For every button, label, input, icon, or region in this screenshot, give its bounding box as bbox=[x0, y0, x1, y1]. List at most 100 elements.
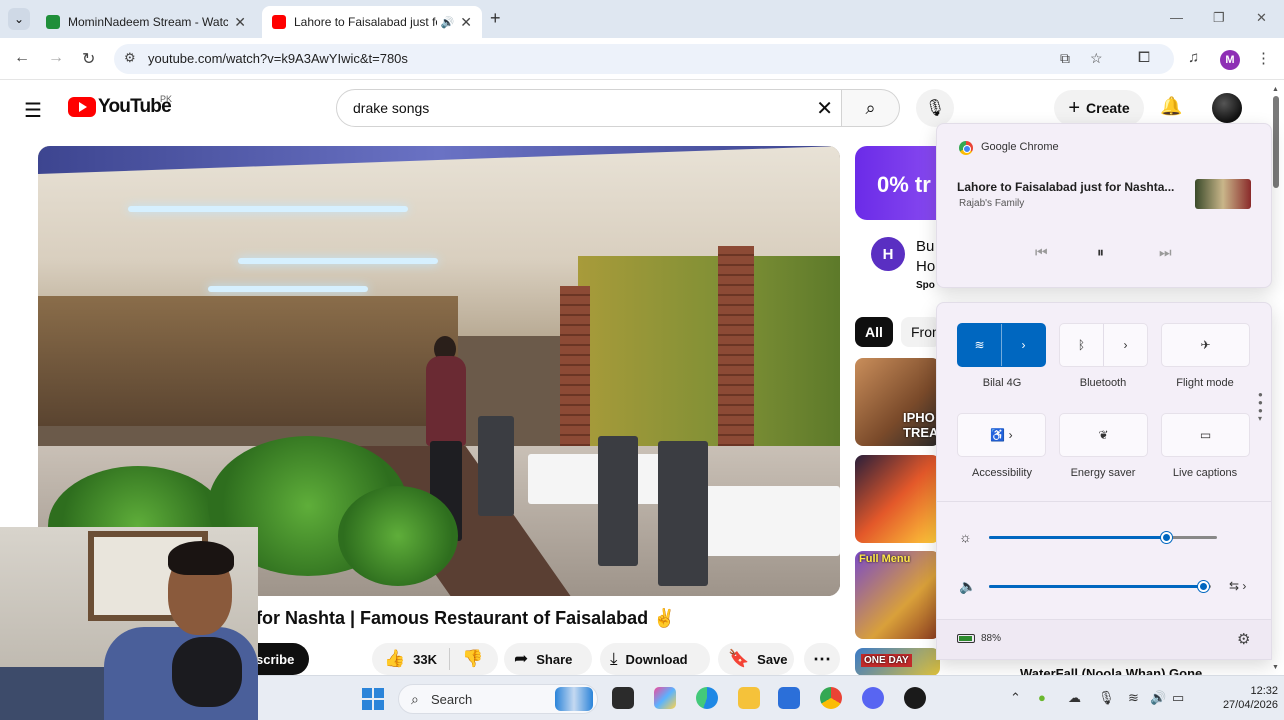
subscribe-button[interactable]: scribe bbox=[250, 643, 309, 675]
ad-title[interactable]: Bu Ho bbox=[916, 237, 935, 277]
wifi-tile[interactable]: ≋ › bbox=[957, 323, 1046, 367]
youtube-logo[interactable]: YouTube bbox=[68, 96, 172, 118]
media-control-icon[interactable]: ♫ bbox=[1188, 49, 1199, 66]
search-query[interactable]: drake songs bbox=[353, 100, 429, 116]
tile-label: Accessibility bbox=[972, 467, 1032, 479]
clock[interactable]: 12:32 27/04/2026 bbox=[1208, 684, 1278, 712]
tiles-page-indicator[interactable]: ● ● ● ▾ bbox=[1258, 391, 1263, 423]
start-button[interactable] bbox=[362, 688, 384, 710]
download-button[interactable]: ⤓ Download bbox=[600, 643, 710, 675]
audio-playing-icon[interactable]: 🔊 bbox=[441, 16, 455, 29]
discord-app-icon[interactable] bbox=[862, 687, 884, 709]
chevron-right-icon[interactable]: › bbox=[1104, 324, 1147, 366]
previous-track-icon[interactable]: ⏮ bbox=[1035, 244, 1048, 261]
share-button[interactable]: ➦ Share bbox=[504, 643, 592, 675]
flight-mode-tile[interactable]: ✈ bbox=[1161, 323, 1250, 367]
volume-knob[interactable] bbox=[1198, 581, 1210, 592]
extensions-icon[interactable]: ⧠ bbox=[1138, 49, 1150, 66]
copilot-app-icon[interactable] bbox=[654, 687, 676, 709]
store-app-icon[interactable] bbox=[778, 687, 800, 709]
taskbar-search[interactable]: ⌕ Search bbox=[398, 684, 598, 714]
volume-slider[interactable] bbox=[989, 581, 1211, 592]
url-text[interactable]: youtube.com/watch?v=k9A3AwYIwic&t=780s bbox=[148, 51, 408, 66]
divider bbox=[937, 501, 1271, 502]
page-scrollbar[interactable]: ▲ ▼ bbox=[1272, 86, 1280, 674]
chevron-right-icon[interactable]: › bbox=[1002, 324, 1045, 366]
energy-saver-tile[interactable]: ❦ bbox=[1059, 413, 1148, 457]
like-icon[interactable]: 👍 bbox=[384, 649, 405, 669]
settings-gear-icon[interactable]: ⚙ bbox=[1237, 630, 1250, 648]
live-captions-tile[interactable]: ▭ bbox=[1161, 413, 1250, 457]
ad-title-line: Bu bbox=[916, 238, 935, 255]
hamburger-menu-icon[interactable]: ☰ bbox=[24, 98, 42, 123]
bookmark-star-icon[interactable]: ☆ bbox=[1090, 50, 1103, 67]
chip-all[interactable]: All bbox=[855, 317, 893, 347]
minimize-button[interactable]: — bbox=[1170, 10, 1183, 25]
chip-from[interactable]: From bbox=[901, 317, 941, 347]
file-explorer-icon[interactable] bbox=[738, 687, 760, 709]
recommendation-thumbnail[interactable]: IPHO TREA bbox=[855, 358, 940, 446]
search-button[interactable]: ⌕ bbox=[842, 89, 900, 127]
recommendation-thumbnail[interactable]: Full Menu bbox=[855, 551, 940, 639]
clear-search-icon[interactable]: ✕ bbox=[816, 96, 833, 121]
more-actions-button[interactable]: ⋯ bbox=[804, 643, 840, 675]
like-count[interactable]: 33K bbox=[413, 652, 437, 667]
brightness-knob[interactable] bbox=[1160, 532, 1172, 543]
accessibility-tile[interactable]: ♿ › bbox=[957, 413, 1046, 457]
account-avatar[interactable] bbox=[1212, 93, 1242, 123]
advertiser-logo[interactable]: H bbox=[871, 237, 905, 271]
tray-wifi-icon[interactable]: ≋ bbox=[1128, 690, 1139, 706]
scroll-up-icon[interactable]: ▲ bbox=[1272, 86, 1279, 93]
video-scene-chair bbox=[658, 441, 708, 586]
audio-output-icon[interactable]: ⇆ › bbox=[1229, 579, 1246, 593]
close-tab-icon[interactable]: ✕ bbox=[234, 14, 246, 31]
share-icon: ➦ bbox=[514, 649, 529, 668]
tray-app-icon[interactable]: ● bbox=[1038, 690, 1046, 705]
forward-button[interactable]: → bbox=[48, 49, 64, 67]
search-input[interactable]: drake songs ✕ bbox=[336, 89, 842, 127]
recommendation-thumbnail[interactable] bbox=[855, 455, 940, 543]
recommendation-thumbnail[interactable]: ONE DAY bbox=[855, 648, 940, 676]
notifications-bell-icon[interactable]: 🔔 bbox=[1160, 96, 1182, 117]
bluetooth-icon[interactable]: ᛒ bbox=[1060, 324, 1103, 366]
tray-mic-icon[interactable]: 🎙 bbox=[1098, 690, 1115, 706]
restore-button[interactable]: ❐ bbox=[1213, 10, 1225, 26]
back-button[interactable]: ← bbox=[14, 49, 30, 67]
tray-network-icon[interactable]: ☁ bbox=[1068, 690, 1081, 706]
pause-icon[interactable]: ⏸ bbox=[1097, 244, 1104, 261]
tray-volume-icon[interactable]: 🔊 bbox=[1150, 690, 1166, 706]
brightness-fill bbox=[989, 536, 1167, 539]
tab-search-button[interactable]: ⌄ bbox=[8, 8, 30, 30]
create-button[interactable]: + Create bbox=[1054, 90, 1144, 126]
voice-search-button[interactable]: 🎙 bbox=[916, 89, 954, 127]
tab-momin-stream[interactable]: MominNadeem Stream - Watch ✕ bbox=[36, 6, 256, 38]
close-window-button[interactable]: ✕ bbox=[1256, 10, 1267, 26]
tab-youtube-video[interactable]: Lahore to Faisalabad just fo 🔊 ✕ bbox=[262, 6, 482, 38]
reload-button[interactable]: ↻ bbox=[82, 49, 95, 69]
new-tab-button[interactable]: + bbox=[490, 8, 501, 29]
close-tab-icon[interactable]: ✕ bbox=[460, 14, 472, 31]
chrome-app-icon[interactable] bbox=[820, 687, 842, 709]
ad-banner[interactable]: 0% tr bbox=[855, 146, 945, 220]
country-code: PK bbox=[160, 94, 173, 104]
scroll-down-icon[interactable]: ▼ bbox=[1272, 664, 1279, 671]
obs-app-icon[interactable] bbox=[904, 687, 926, 709]
scrollbar-thumb[interactable] bbox=[1273, 96, 1279, 188]
tray-battery-icon[interactable]: ▭ bbox=[1172, 690, 1184, 706]
bluetooth-tile[interactable]: ᛒ › bbox=[1059, 323, 1148, 367]
edge-app-icon[interactable] bbox=[696, 687, 718, 709]
dislike-icon[interactable]: 👎 bbox=[462, 649, 483, 669]
battery-status[interactable]: 88% bbox=[957, 633, 1001, 644]
brightness-slider[interactable] bbox=[989, 532, 1217, 543]
terminal-app-icon[interactable] bbox=[612, 687, 634, 709]
install-app-icon[interactable]: ⧉ bbox=[1060, 50, 1070, 67]
save-button[interactable]: 🔖 Save bbox=[718, 643, 794, 675]
address-bar[interactable]: ⚙ youtube.com/watch?v=k9A3AwYIwic&t=780s… bbox=[114, 44, 1174, 74]
media-title: Lahore to Faisalabad just for Nashta... bbox=[957, 180, 1175, 194]
show-hidden-icons[interactable]: ⌃ bbox=[1010, 690, 1021, 706]
site-info-icon[interactable]: ⚙ bbox=[124, 50, 136, 66]
chrome-menu-icon[interactable]: ⋮ bbox=[1256, 49, 1271, 67]
wifi-icon[interactable]: ≋ bbox=[958, 324, 1001, 366]
profile-avatar[interactable]: M bbox=[1220, 50, 1240, 70]
next-track-icon[interactable]: ⏭ bbox=[1159, 244, 1172, 261]
